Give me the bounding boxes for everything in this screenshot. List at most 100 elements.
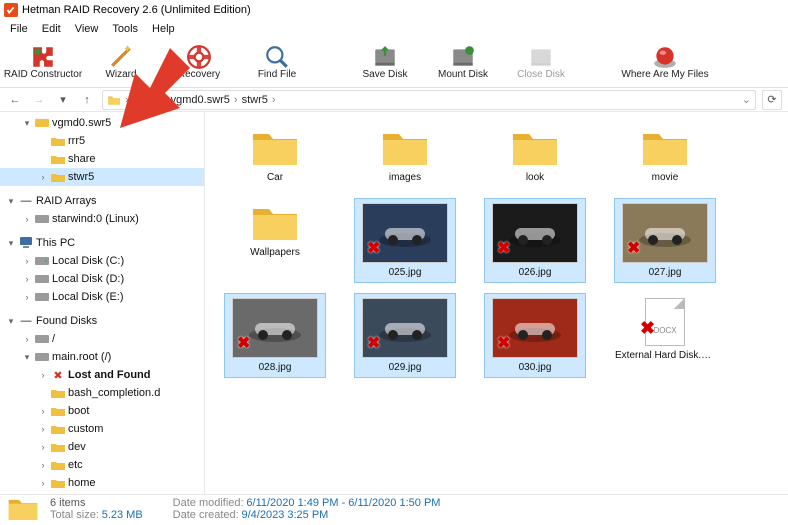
document-item[interactable]: DOCX✖External Hard Disk.docx	[615, 294, 715, 377]
folder-icon	[51, 153, 65, 165]
image-thumbnail: ✖	[492, 298, 578, 358]
breadcrumb-segment[interactable]: RA…	[133, 94, 159, 106]
tree-node[interactable]: ▾vgmd0.swr5	[0, 114, 204, 132]
lifebuoy-icon	[186, 46, 212, 68]
main: ▾vgmd0.swr5 rrr5 share ›stwr5 ▾—RAID Arr…	[0, 112, 788, 494]
deleted-x-icon: ✖	[367, 333, 380, 353]
menu-edit[interactable]: Edit	[36, 21, 67, 37]
history-dropdown[interactable]: ▾	[54, 91, 72, 109]
raid-constructor-button[interactable]: RAID Constructor	[4, 40, 82, 86]
file-grid[interactable]: CarimageslookmovieWallpapers✖025.jpg✖026…	[205, 112, 788, 494]
status-summary: 6 items Total size: 5.23 MB	[50, 497, 143, 521]
up-button[interactable]: ↑	[78, 91, 96, 109]
chevron-right-icon: ›	[270, 94, 278, 106]
chevron-right-icon: ›	[232, 94, 240, 106]
tree-node[interactable]: ›home	[0, 474, 204, 492]
folder-icon	[51, 135, 65, 147]
tree-panel: ▾vgmd0.swr5 rrr5 share ›stwr5 ▾—RAID Arr…	[0, 112, 205, 494]
app-icon	[4, 3, 18, 17]
image-thumbnail: ✖	[362, 203, 448, 263]
tree-node[interactable]: ›starwind:0 (Linux)	[0, 210, 204, 228]
chevron-down-icon[interactable]: ⌄	[742, 93, 751, 106]
tree-node[interactable]: rrr5	[0, 132, 204, 150]
tree-node-lost-found[interactable]: ›✖Lost and Found	[0, 366, 204, 384]
save-disk-button[interactable]: Save Disk	[346, 40, 424, 86]
close-disk-icon	[528, 46, 554, 68]
tree-node[interactable]: ›custom	[0, 420, 204, 438]
image-item[interactable]: ✖ 029.jpg	[355, 294, 455, 377]
tree-node[interactable]: bash_completion.d	[0, 384, 204, 402]
wizard-button[interactable]: Wizard	[82, 40, 160, 86]
menu-help[interactable]: Help	[146, 21, 181, 37]
tree-node[interactable]: ▾main.root (/)	[0, 348, 204, 366]
document-icon: DOCX✖	[645, 298, 685, 346]
toolbar: RAID Constructor Wizard Recovery Find Fi…	[0, 38, 788, 88]
folder-item[interactable]: look	[485, 124, 585, 187]
menu-file[interactable]: File	[4, 21, 34, 37]
tree-node[interactable]: ›/	[0, 330, 204, 348]
tree-node[interactable]: lost+found	[0, 492, 204, 494]
folder-item[interactable]: images	[355, 124, 455, 187]
toolbar-label: Find File	[258, 69, 296, 80]
image-item[interactable]: ✖028.jpg	[225, 294, 325, 377]
tree-node[interactable]: share	[0, 150, 204, 168]
tree-node[interactable]: ›Local Disk (C:)	[0, 252, 204, 270]
menu-view[interactable]: View	[69, 21, 105, 37]
where-files-button[interactable]: Where Are My Files	[610, 40, 720, 86]
deleted-x-icon: ✖	[367, 238, 380, 258]
image-item[interactable]: ✖030.jpg	[485, 294, 585, 377]
tree-group-raid[interactable]: ▾—RAID Arrays	[0, 192, 204, 210]
image-thumbnail: ✖	[362, 298, 448, 358]
tree-group-pc[interactable]: ▾This PC	[0, 234, 204, 252]
drive-icon	[35, 351, 49, 363]
folder-item[interactable]: movie	[615, 124, 715, 187]
tree-node[interactable]: ›boot	[0, 402, 204, 420]
breadcrumb-segment[interactable]: vgmd0.swr5	[171, 94, 230, 106]
folder-item[interactable]: Car	[225, 124, 325, 187]
image-item[interactable]: ✖025.jpg	[355, 199, 455, 282]
tree-node[interactable]: ›Local Disk (D:)	[0, 270, 204, 288]
pc-icon	[19, 237, 33, 249]
image-item[interactable]: ✖ 026.jpg	[485, 199, 585, 282]
tree-group-found[interactable]: ▾—Found Disks	[0, 312, 204, 330]
item-label: 029.jpg	[389, 362, 422, 373]
folder-icon	[251, 128, 299, 168]
toolbar-label: Recovery	[178, 69, 220, 80]
menu-tools[interactable]: Tools	[106, 21, 144, 37]
status-size-value: 5.23 MB	[102, 509, 143, 521]
breadcrumb[interactable]: › RA… › vgmd0.swr5 › stwr5 › ⌄	[102, 90, 756, 110]
toolbar-label: Where Are My Files	[621, 69, 708, 80]
folder-icon	[641, 128, 689, 168]
titlebar: Hetman RAID Recovery 2.6 (Unlimited Edit…	[0, 0, 788, 20]
breadcrumb-segment[interactable]: stwr5	[242, 94, 268, 106]
deleted-x-icon: ✖	[497, 333, 510, 353]
forward-button[interactable]: →	[30, 91, 48, 109]
warning-icon: ✖	[51, 369, 65, 381]
save-disk-icon	[372, 46, 398, 68]
find-file-button[interactable]: Find File	[238, 40, 316, 86]
close-disk-button: Close Disk	[502, 40, 580, 86]
folder-icon	[51, 459, 65, 471]
mount-disk-button[interactable]: Mount Disk	[424, 40, 502, 86]
breadcrumb-root[interactable]	[107, 94, 121, 106]
image-item[interactable]: ✖027.jpg	[615, 199, 715, 282]
folder-item[interactable]: Wallpapers	[225, 199, 325, 282]
tree-node[interactable]: ›Local Disk (E:)	[0, 288, 204, 306]
deleted-x-icon: ✖	[497, 238, 510, 258]
disk-icon	[35, 291, 49, 303]
status-modified-label: Date modified:	[173, 497, 244, 509]
tree-node[interactable]: ›etc	[0, 456, 204, 474]
item-label: 026.jpg	[519, 267, 552, 278]
toolbar-label: RAID Constructor	[4, 69, 82, 80]
refresh-button[interactable]: ⟳	[762, 90, 782, 110]
image-thumbnail: ✖	[622, 203, 708, 263]
magnifier-icon	[264, 46, 290, 68]
window-title: Hetman RAID Recovery 2.6 (Unlimited Edit…	[22, 4, 251, 16]
tree-node-selected[interactable]: ›stwr5	[0, 168, 204, 186]
folder-icon	[51, 405, 65, 417]
deleted-x-icon: ✖	[237, 333, 250, 353]
tree-node[interactable]: ›dev	[0, 438, 204, 456]
back-button[interactable]: ←	[6, 91, 24, 109]
recovery-button[interactable]: Recovery	[160, 40, 238, 86]
deleted-x-icon: ✖	[640, 318, 655, 339]
